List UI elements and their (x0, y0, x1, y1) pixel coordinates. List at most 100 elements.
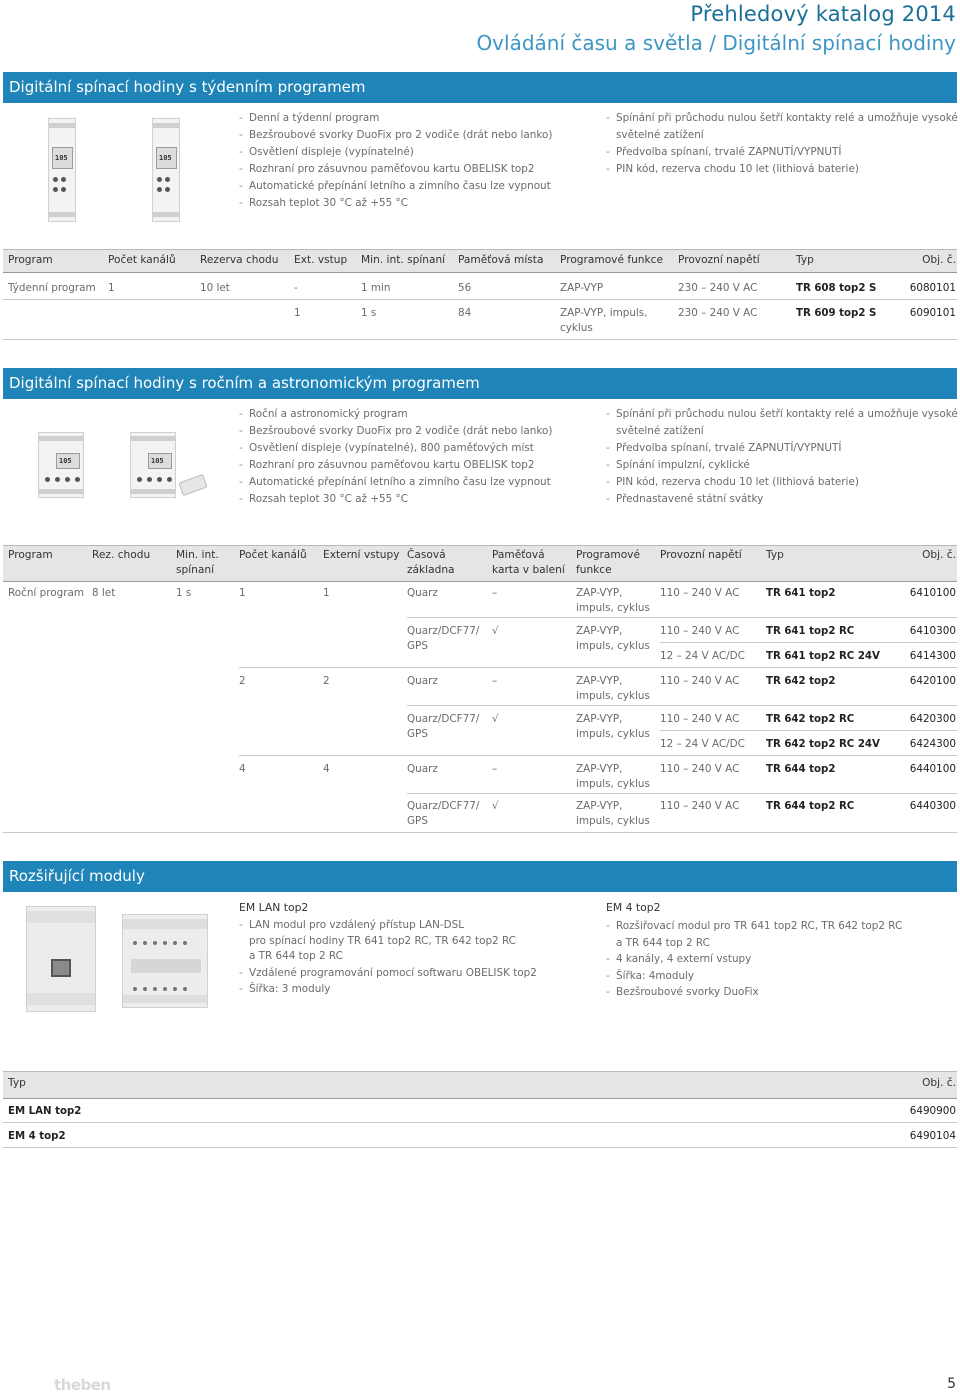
list-item: Rozšiřovací modul pro TR 641 top2 RC, TR… (606, 918, 902, 935)
catalog-subtitle: Ovládání času a světla / Digitální spína… (476, 31, 956, 55)
col-program: Program (8, 254, 53, 266)
cell-program: Týdenní program (8, 282, 96, 294)
cell-order: 6410100 (909, 587, 956, 599)
cell-functions: ZAP-VYP, (576, 763, 623, 775)
cell-memcard: √ (492, 625, 499, 637)
cell-channels: 1 (239, 587, 246, 599)
feature-list-yearly-left: Roční a astronomický program Bezšroubové… (239, 406, 552, 508)
list-item: Bezšroubové svorky DuoFix pro 2 vodiče (… (239, 423, 552, 440)
list-item: Bezšroubové svorky DuoFix (606, 984, 902, 1001)
list-item: Denní a týdenní program (239, 110, 552, 127)
cell-order: 6440100 (909, 763, 956, 775)
cell-order: 6440300 (909, 800, 956, 812)
col-min-interval: Min. int. (176, 549, 219, 561)
em4-title: EM 4 top2 (606, 901, 661, 914)
cell-memcard: – (492, 763, 498, 775)
col-memory: Paměťová místa (458, 254, 544, 266)
list-item: Rozsah teplot 30 °C až +55 °C (239, 491, 552, 508)
cell-functions: ZAP-VYP (560, 282, 604, 294)
col-functions-2: funkce (576, 564, 612, 576)
brand-logo: theben (54, 1376, 111, 1392)
cell-type: TR 641 top2 RC 24V (766, 651, 880, 662)
cell-reserve: 8 let (92, 587, 116, 599)
cell-channels: 4 (239, 763, 246, 775)
cell-type: TR 644 top2 RC (766, 801, 855, 812)
feature-list-em4: Rozšiřovací modul pro TR 641 top2 RC, TR… (606, 918, 902, 1001)
list-item: 4 kanály, 4 externí vstupy (606, 951, 902, 968)
cell-functions-2: impuls, cyklus (576, 815, 650, 827)
list-item: Rozsah teplot 30 °C až +55 °C (239, 195, 552, 212)
cell-channels: 1 (108, 282, 115, 294)
cell-functions: ZAP-VYP, (576, 713, 623, 725)
list-item: Přednastavené státní svátky (606, 491, 958, 508)
list-item: LAN modul pro vzdálený přístup LAN-DSL (239, 918, 537, 934)
cell-timebase-2: GPS (407, 728, 428, 740)
product-image-tr608: 105 (48, 118, 76, 222)
cell-voltage: 110 – 240 V AC (660, 587, 740, 599)
cell-type: TR 642 top2 RC 24V (766, 739, 880, 750)
col-min-interval: Min. int. spínaní (361, 254, 446, 266)
section-title-modules: Rozšiřující moduly (3, 861, 957, 892)
cell-functions-2: impuls, cyklus (576, 640, 650, 652)
list-item: Automatické přepínání letního a zimního … (239, 474, 552, 491)
list-item-continuation: a TR 644 top 2 RC (616, 936, 710, 949)
cell-functions: ZAP-VYP, (576, 587, 623, 599)
list-item: Rozhraní pro zásuvnou paměťovou kartu OB… (239, 457, 552, 474)
col-memcard-2: karta v balení (492, 564, 565, 576)
list-item: Osvětlení displeje (vypínatelné), 800 pa… (239, 440, 552, 457)
col-ext-inputs: Externí vstupy (323, 549, 400, 561)
page-number: 5 (947, 1376, 956, 1392)
product-image-tr641: 105 (38, 432, 84, 498)
cell-ext-inputs: 1 (323, 587, 330, 599)
col-type: Typ (796, 254, 814, 266)
col-channels: Počet kanálů (239, 549, 307, 561)
cell-min-interval: 1 min (361, 282, 391, 294)
cell-memory: 56 (458, 282, 472, 294)
cell-voltage: 12 – 24 V AC/DC (660, 650, 745, 662)
col-program: Program (8, 549, 53, 561)
col-order: Obj. č. (922, 254, 956, 266)
section-title-yearly: Digitální spínací hodiny s ročním a astr… (3, 368, 957, 399)
cell-timebase-2: GPS (407, 815, 428, 827)
cell-ext-input: - (294, 282, 298, 294)
col-timebase: Časová (407, 549, 446, 561)
cell-functions: ZAP-VYP, (576, 800, 623, 812)
cell-order: 6414300 (909, 650, 956, 662)
list-item: Bezšroubové svorky DuoFix pro 2 vodiče (… (239, 127, 552, 144)
cell-type: EM LAN top2 (8, 1106, 82, 1117)
cell-order: 6420100 (909, 675, 956, 687)
cell-functions-2: impuls, cyklus (576, 690, 650, 702)
list-item: Šířka: 4moduly (606, 968, 902, 985)
cell-memcard: √ (492, 800, 499, 812)
cell-memcard: √ (492, 713, 499, 725)
cell-voltage: 110 – 240 V AC (660, 763, 740, 775)
cell-order: 6410300 (909, 625, 956, 637)
list-item: Spínání při průchodu nulou šetří kontakt… (606, 110, 958, 127)
list-item: Šířka: 3 moduly (239, 982, 537, 998)
list-item-continuation: světelné zatížení (616, 129, 704, 141)
catalog-title: Přehledový katalog 2014 (690, 2, 956, 26)
cell-timebase: Quarz/DCF77/ (407, 713, 480, 725)
table-header-modules (3, 1071, 957, 1098)
cell-type: EM 4 top2 (8, 1131, 66, 1142)
cell-voltage: 230 – 240 V AC (678, 282, 758, 294)
cell-voltage: 12 – 24 V AC/DC (660, 738, 745, 750)
cell-type: TR 609 top2 S (796, 308, 877, 319)
cell-functions-cont: cyklus (560, 322, 593, 334)
cell-functions-2: impuls, cyklus (576, 602, 650, 614)
cell-type: TR 642 top2 (766, 676, 836, 687)
cell-timebase: Quarz/DCF77/ (407, 800, 480, 812)
col-voltage: Provozní napětí (660, 549, 742, 561)
col-functions: Programové funkce (560, 254, 663, 266)
cell-timebase: Quarz (407, 675, 438, 687)
cell-voltage: 110 – 240 V AC (660, 625, 740, 637)
cell-type: TR 642 top2 RC (766, 714, 855, 725)
list-item-continuation: pro spínací hodiny TR 641 top2 RC, TR 64… (249, 934, 516, 947)
list-item: Předvolba spínaní, trvalé ZAPNUTÍ/VYPNUT… (606, 440, 958, 457)
col-voltage: Provozní napětí (678, 254, 760, 266)
cell-timebase: Quarz (407, 763, 438, 775)
cell-voltage: 230 – 240 V AC (678, 307, 758, 319)
list-item-continuation: světelné zatížení (616, 425, 704, 437)
list-item: Osvětlení displeje (vypínatelné) (239, 144, 552, 161)
cell-ext-inputs: 4 (323, 763, 330, 775)
